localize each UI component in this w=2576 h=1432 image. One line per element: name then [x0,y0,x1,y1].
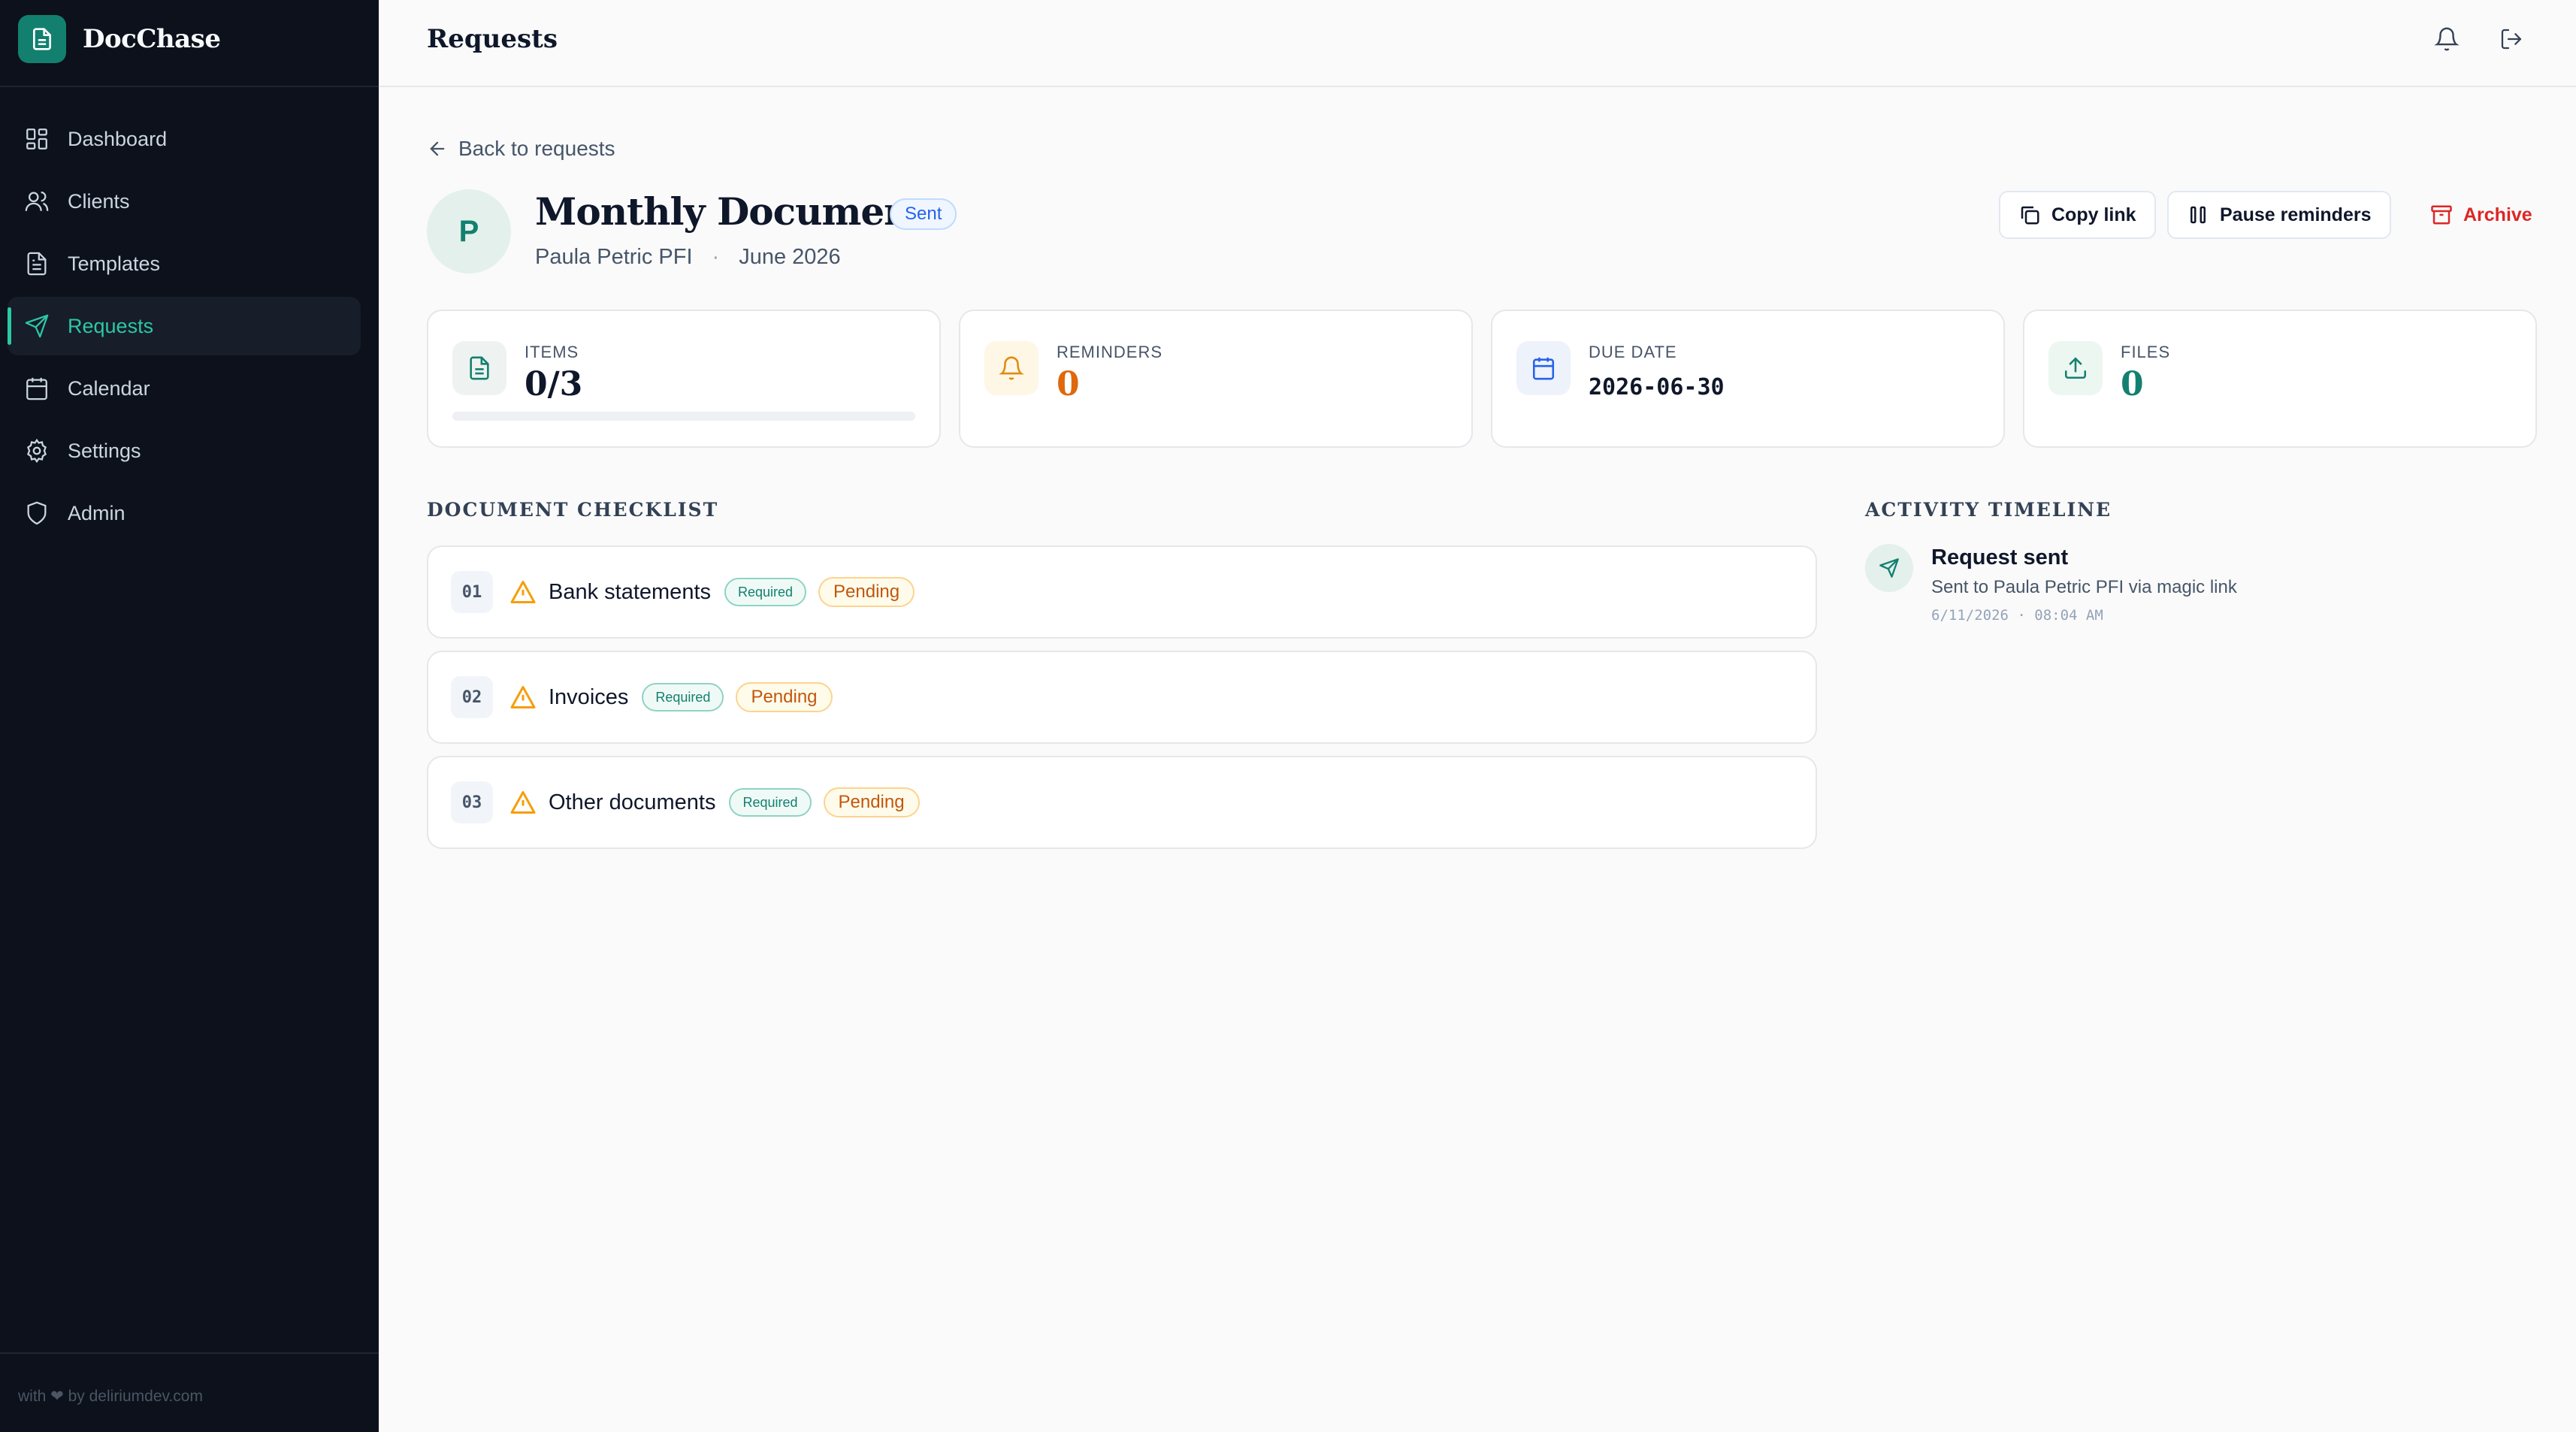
request-title: Monthly Documents [535,189,948,234]
checklist-item[interactable]: 01 Bank statements Required Pending [427,545,1817,639]
items-stat-card: ITEMS 0/3 [427,310,941,448]
dashboard-icon [26,128,47,150]
copy-link-button[interactable]: Copy link [1999,191,2156,239]
checklist-item[interactable]: 03 Other documents Required Pending [427,756,1817,849]
sidebar-item-calendar[interactable]: Calendar [8,359,361,418]
copy-icon [2021,206,2039,225]
item-name: Other documents [549,790,716,814]
sidebar-item-admin[interactable]: Admin [8,484,361,542]
files-value: 0 [2121,365,2144,403]
sidebar-item-label: Templates [68,252,161,275]
logout-icon [2501,29,2522,50]
reminders-stat-card: REMINDERS 0 [959,310,1473,448]
bell-icon [984,341,1039,395]
warning-icon [510,791,536,814]
warning-icon [510,581,536,603]
sidebar-item-label: Dashboard [68,127,168,150]
sidebar-item-label: Admin [68,501,125,524]
page-title: Requests [427,24,558,54]
users-icon [25,191,49,211]
pending-badge: Pending [823,787,920,817]
sidebar-footer: with ❤ by deliriumdev.com [18,1388,203,1405]
sidebar-nav: Dashboard Clients Templates Requests Cal… [8,110,361,546]
files-label: FILES [2121,343,2171,361]
sidebar-item-label: Requests [68,314,154,337]
logout-button[interactable] [2495,23,2528,56]
sidebar-footer-divider [0,1352,379,1354]
arrow-left-icon [430,141,445,156]
separator-dot: · [712,245,720,269]
required-badge: Required [642,683,724,711]
item-name: Invoices [549,684,629,709]
pending-badge: Pending [736,682,833,712]
sidebar-item-label: Clients [68,189,130,213]
pending-badge: Pending [818,577,915,607]
client-avatar: P [427,189,511,273]
item-name: Bank statements [549,579,711,604]
event-description: Sent to Paula Petric PFI via magic link [1931,577,2237,597]
status-badge: Sent [890,198,957,230]
back-link-label: Back to requests [458,137,615,160]
item-number: 02 [451,676,493,718]
sidebar-item-label: Calendar [68,376,150,400]
client-name: Paula Petric PFI [535,245,693,269]
items-label: ITEMS [525,343,579,361]
shield-icon [27,501,47,525]
sidebar: DocChase Dashboard Clients Templates Req… [0,0,379,1432]
checklist-item[interactable]: 02 Invoices Required Pending [427,651,1817,744]
pause-icon [2191,206,2206,224]
back-to-requests-link[interactable]: Back to requests [427,137,615,161]
request-subline: Paula Petric PFI · June 2026 [535,245,841,270]
calendar-icon [1516,341,1571,395]
notifications-button[interactable] [2430,23,2463,56]
required-badge: Required [724,578,807,606]
request-period: June 2026 [739,245,841,269]
archive-icon [2431,205,2452,225]
items-progress-bar [452,412,915,421]
document-logo-icon [18,15,66,63]
gear-icon [27,438,47,464]
files-stat-card: FILES 0 [2023,310,2537,448]
reminders-label: REMINDERS [1057,343,1163,361]
event-title: Request sent [1931,545,2069,569]
pause-reminders-label: Pause reminders [2220,204,2372,225]
calendar-icon [26,377,47,400]
item-number: 03 [451,781,493,823]
archive-button[interactable]: Archive [2411,191,2552,239]
required-badge: Required [729,788,812,817]
topbar: Requests [379,0,2576,87]
document-icon [452,341,506,395]
archive-label: Archive [2463,204,2532,225]
due-date-value: 2026-06-30 [1589,374,1725,400]
sidebar-item-label: Settings [68,439,141,462]
timeline-title: ACTIVITY TIMELINE [1865,499,2112,521]
item-number: 01 [451,571,493,613]
brand-name: DocChase [83,24,221,54]
reminders-value: 0 [1057,365,1080,403]
bell-icon [2434,27,2460,51]
warning-icon [510,686,536,708]
due-date-stat-card: DUE DATE 2026-06-30 [1491,310,2005,448]
sidebar-item-templates[interactable]: Templates [8,234,361,293]
event-time: 6/11/2026 · 08:04 AM [1931,607,2103,624]
pause-reminders-button[interactable]: Pause reminders [2167,191,2391,239]
sidebar-item-requests[interactable]: Requests [8,297,361,355]
items-value: 0/3 [525,365,583,403]
upload-icon [2048,341,2103,395]
send-icon [1865,544,1913,592]
send-icon [25,314,49,338]
copy-link-label: Copy link [2051,204,2136,225]
file-icon [27,252,47,276]
sidebar-item-clients[interactable]: Clients [8,172,361,231]
sidebar-item-dashboard[interactable]: Dashboard [8,110,361,168]
brand[interactable]: DocChase [18,15,221,63]
due-date-label: DUE DATE [1589,343,1677,361]
checklist-title: DOCUMENT CHECKLIST [427,499,719,521]
sidebar-divider [0,86,379,87]
sidebar-item-settings[interactable]: Settings [8,421,361,480]
